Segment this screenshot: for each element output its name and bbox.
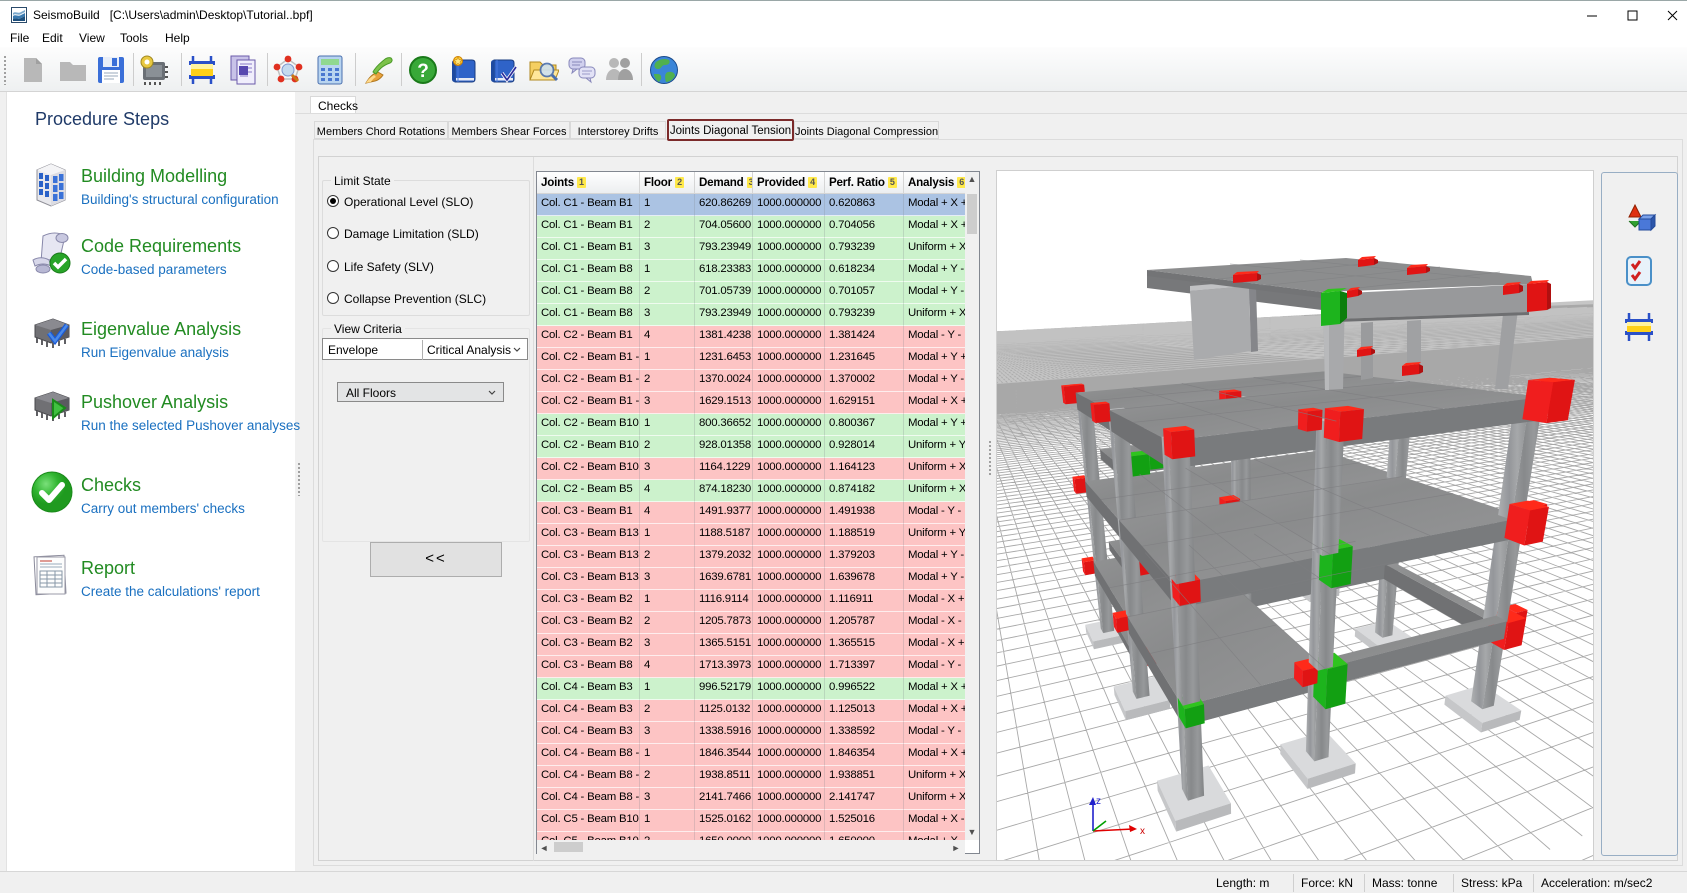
svg-text:x: x xyxy=(1140,826,1145,837)
svg-text:z: z xyxy=(1096,796,1101,807)
svg-text:?: ? xyxy=(417,61,429,82)
